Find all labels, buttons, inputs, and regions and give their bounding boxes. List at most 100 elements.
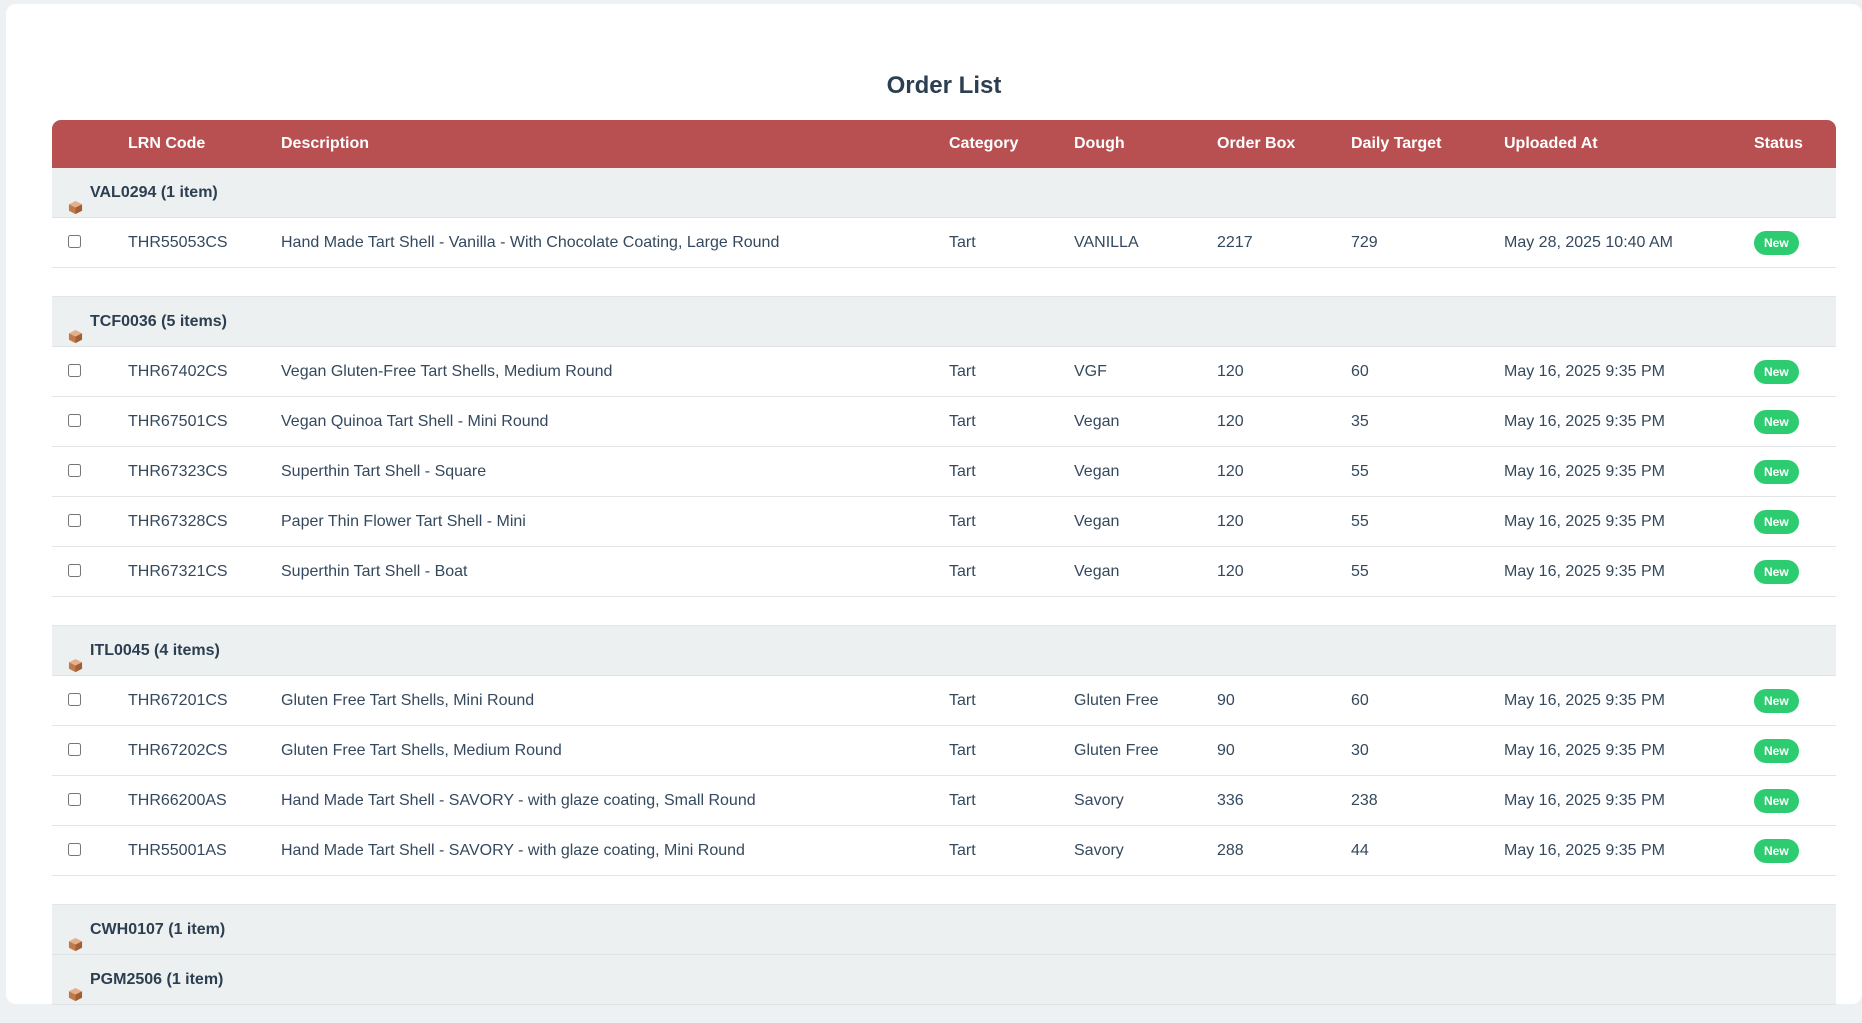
lrn-code-cell: THR66200AS bbox=[128, 792, 227, 809]
group-header: TCF0036 (5 items) bbox=[68, 297, 227, 347]
column-header-status[interactable]: Status bbox=[1754, 120, 1803, 168]
daily-target-cell: 55 bbox=[1351, 563, 1369, 580]
row-select-checkbox[interactable] bbox=[68, 564, 81, 577]
lrn-code-cell: THR67201CS bbox=[128, 692, 228, 709]
row-select-checkbox[interactable] bbox=[68, 843, 81, 856]
lrn-code-cell: THR55001AS bbox=[128, 842, 227, 859]
order-box-cell: 120 bbox=[1217, 413, 1244, 430]
column-header-daily-target[interactable]: Daily Target bbox=[1351, 120, 1441, 168]
order-box-cell: 120 bbox=[1217, 563, 1244, 580]
row-select-checkbox[interactable] bbox=[68, 235, 81, 248]
category-cell: Tart bbox=[949, 792, 976, 809]
dough-cell: Vegan bbox=[1074, 463, 1120, 480]
table-row[interactable]: THR67201CS Gluten Free Tart Shells, Mini … bbox=[52, 676, 1836, 726]
category-cell: Tart bbox=[949, 842, 976, 859]
category-cell: Tart bbox=[949, 513, 976, 530]
description-cell: Superthin Tart Shell - Boat bbox=[281, 563, 468, 580]
status-badge: New bbox=[1754, 460, 1799, 484]
category-cell: Tart bbox=[949, 463, 976, 480]
group-header: VAL0294 (1 item) bbox=[68, 168, 218, 218]
daily-target-cell: 55 bbox=[1351, 463, 1369, 480]
lrn-code-cell: THR67202CS bbox=[128, 742, 228, 759]
column-header-uploaded-at[interactable]: Uploaded At bbox=[1504, 120, 1598, 168]
uploaded-at-cell: May 16, 2025 9:35 PM bbox=[1504, 413, 1665, 430]
order-box-cell: 336 bbox=[1217, 792, 1244, 809]
group-row[interactable]: TCF0036 (5 items) bbox=[52, 297, 1836, 347]
table-row[interactable]: THR66200AS Hand Made Tart Shell - SAVORY … bbox=[52, 776, 1836, 826]
group-spacer bbox=[52, 876, 1836, 905]
table-row[interactable]: THR67328CS Paper Thin Flower Tart Shell -… bbox=[52, 497, 1836, 547]
dough-cell: Vegan bbox=[1074, 563, 1120, 580]
daily-target-cell: 238 bbox=[1351, 792, 1378, 809]
category-cell: Tart bbox=[949, 692, 976, 709]
status-badge: New bbox=[1754, 360, 1799, 384]
row-select-checkbox[interactable] bbox=[68, 414, 81, 427]
group-row[interactable]: CWH0107 (1 item) bbox=[52, 905, 1836, 955]
daily-target-cell: 729 bbox=[1351, 234, 1378, 251]
group-row[interactable]: PGM2506 (1 item) bbox=[52, 955, 1836, 1005]
column-header-order-box[interactable]: Order Box bbox=[1217, 120, 1295, 168]
daily-target-cell: 60 bbox=[1351, 692, 1369, 709]
status-badge: New bbox=[1754, 739, 1799, 763]
order-box-cell: 90 bbox=[1217, 692, 1235, 709]
status-badge: New bbox=[1754, 231, 1799, 255]
dough-cell: Vegan bbox=[1074, 413, 1120, 430]
row-select-checkbox[interactable] bbox=[68, 793, 81, 806]
daily-target-cell: 60 bbox=[1351, 363, 1369, 380]
group-header: CWH0107 (1 item) bbox=[68, 905, 225, 955]
table-row[interactable]: THR67323CS Superthin Tart Shell - Square T… bbox=[52, 447, 1836, 497]
category-cell: Tart bbox=[949, 363, 976, 380]
row-select-checkbox[interactable] bbox=[68, 364, 81, 377]
lrn-code-cell: THR55053CS bbox=[128, 234, 228, 251]
uploaded-at-cell: May 16, 2025 9:35 PM bbox=[1504, 563, 1665, 580]
daily-target-cell: 35 bbox=[1351, 413, 1369, 430]
table-body: VAL0294 (1 item) THR55053CS Hand Made Tart… bbox=[52, 168, 1836, 1005]
order-box-cell: 120 bbox=[1217, 513, 1244, 530]
status-badge: New bbox=[1754, 510, 1799, 534]
description-cell: Paper Thin Flower Tart Shell - Mini bbox=[281, 513, 526, 530]
lrn-code-cell: THR67501CS bbox=[128, 413, 228, 430]
dough-cell: VGF bbox=[1074, 363, 1107, 380]
package-icon bbox=[68, 644, 83, 672]
page-title: Order List bbox=[886, 72, 1002, 99]
table-row[interactable]: THR67202CS Gluten Free Tart Shells, Mediu… bbox=[52, 726, 1836, 776]
row-select-checkbox[interactable] bbox=[68, 743, 81, 756]
uploaded-at-cell: May 16, 2025 9:35 PM bbox=[1504, 842, 1665, 859]
row-select-checkbox[interactable] bbox=[68, 514, 81, 527]
description-cell: Gluten Free Tart Shells, Mini Round bbox=[281, 692, 535, 709]
description-cell: Vegan Gluten-Free Tart Shells, Medium Ro… bbox=[281, 363, 613, 380]
table-row[interactable]: THR67321CS Superthin Tart Shell - Boat Tar… bbox=[52, 547, 1836, 597]
table-header: LRN Code Description Category Dough Orde… bbox=[52, 120, 1836, 168]
table-row[interactable]: THR55053CS Hand Made Tart Shell - Vanilla… bbox=[52, 218, 1836, 268]
package-icon bbox=[68, 973, 83, 1001]
status-badge: New bbox=[1754, 839, 1799, 863]
uploaded-at-cell: May 16, 2025 9:35 PM bbox=[1504, 742, 1665, 759]
group-label: CWH0107 (1 item) bbox=[90, 921, 226, 938]
column-header-dough[interactable]: Dough bbox=[1074, 120, 1125, 168]
column-header-lrn-code[interactable]: LRN Code bbox=[128, 120, 205, 168]
lrn-code-cell: THR67321CS bbox=[128, 563, 228, 580]
row-select-checkbox[interactable] bbox=[68, 464, 81, 477]
group-label: VAL0294 (1 item) bbox=[90, 184, 218, 201]
uploaded-at-cell: May 16, 2025 9:35 PM bbox=[1504, 792, 1665, 809]
group-label: ITL0045 (4 items) bbox=[90, 642, 220, 659]
daily-target-cell: 55 bbox=[1351, 513, 1369, 530]
package-icon bbox=[68, 315, 83, 343]
description-cell: Hand Made Tart Shell - SAVORY - with gla… bbox=[281, 842, 745, 859]
group-row[interactable]: ITL0045 (4 items) bbox=[52, 626, 1836, 676]
status-badge: New bbox=[1754, 789, 1799, 813]
column-header-description[interactable]: Description bbox=[281, 120, 369, 168]
order-list-card: Order List LRN Code Description Category… bbox=[6, 4, 1862, 1005]
uploaded-at-cell: May 16, 2025 9:35 PM bbox=[1504, 463, 1665, 480]
group-spacer bbox=[52, 268, 1836, 297]
table-row[interactable]: THR67501CS Vegan Quinoa Tart Shell - Mini… bbox=[52, 397, 1836, 447]
column-header-category[interactable]: Category bbox=[949, 120, 1018, 168]
table-row[interactable]: THR67402CS Vegan Gluten-Free Tart Shells,… bbox=[52, 347, 1836, 397]
description-cell: Gluten Free Tart Shells, Medium Round bbox=[281, 742, 562, 759]
row-select-checkbox[interactable] bbox=[68, 693, 81, 706]
description-cell: Vegan Quinoa Tart Shell - Mini Round bbox=[281, 413, 549, 430]
dough-cell: Gluten Free bbox=[1074, 692, 1159, 709]
category-cell: Tart bbox=[949, 563, 976, 580]
table-row[interactable]: THR55001AS Hand Made Tart Shell - SAVORY … bbox=[52, 826, 1836, 876]
group-row[interactable]: VAL0294 (1 item) bbox=[52, 168, 1836, 218]
